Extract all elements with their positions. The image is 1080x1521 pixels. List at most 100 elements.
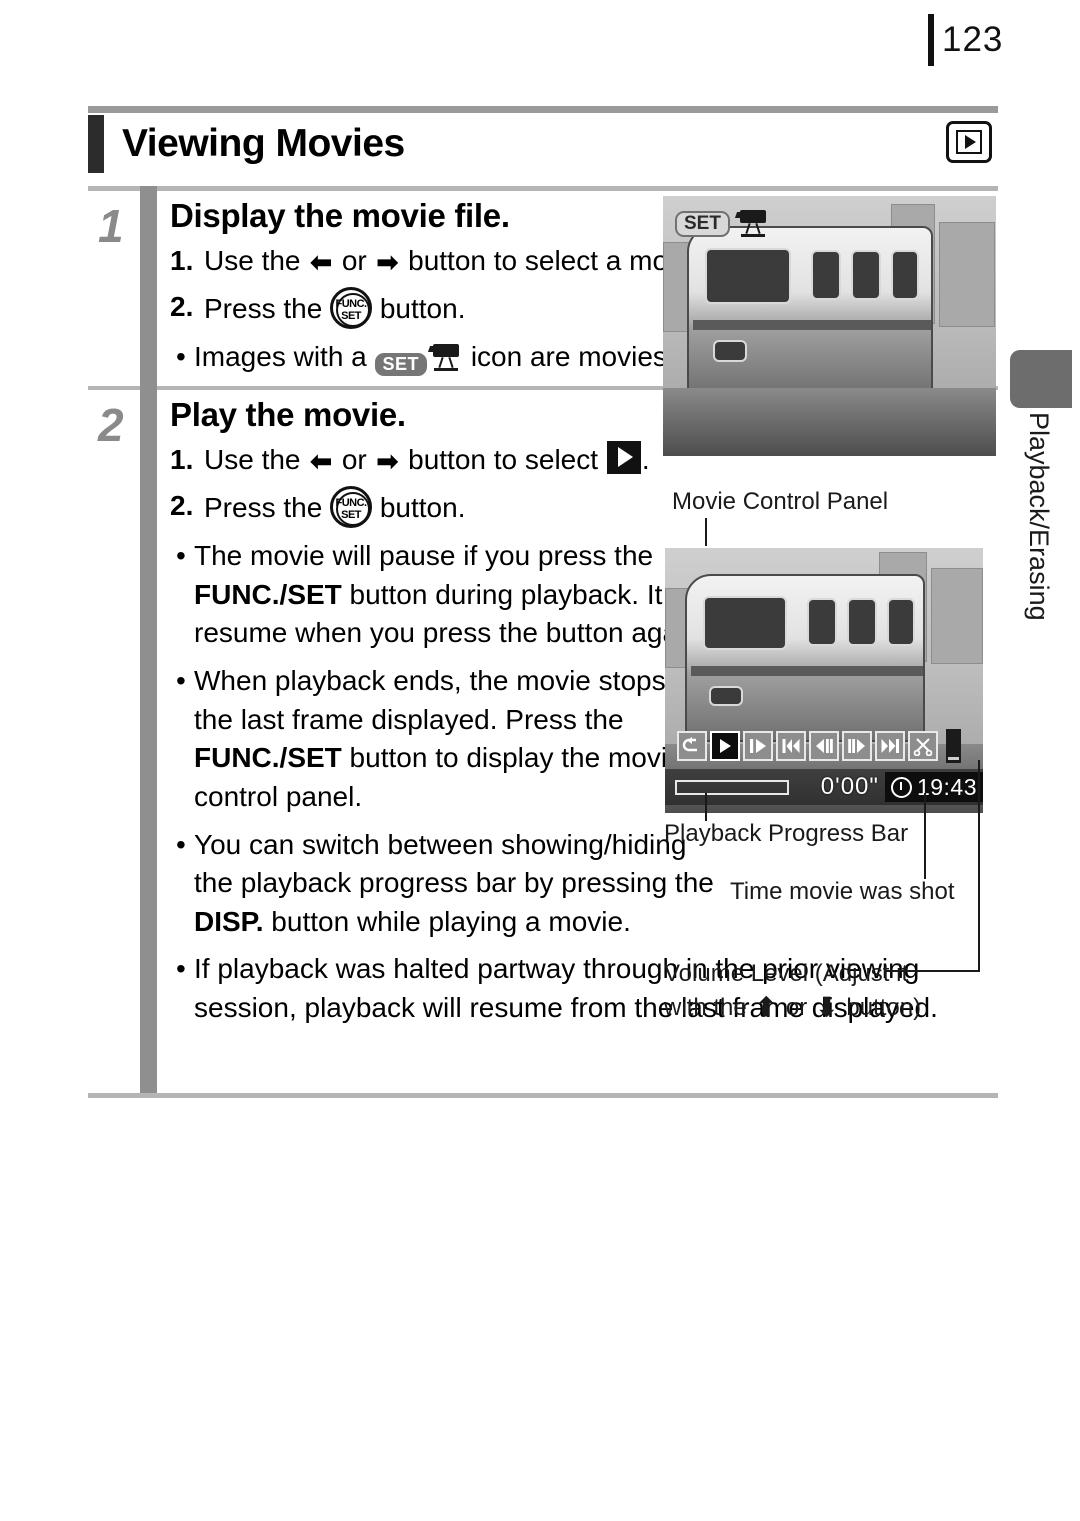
- title-accent-bar: [88, 115, 104, 173]
- substep-number: 2.: [170, 490, 194, 522]
- volume-pre: with the: [664, 994, 754, 1021]
- page-number: 123: [942, 20, 1004, 59]
- train-stripe: [693, 320, 931, 330]
- tripod-leg-right: [755, 222, 761, 235]
- func-set-button-icon: FUNC. SET: [330, 286, 373, 329]
- page-number-rule: [928, 14, 934, 66]
- tripod-leg-right: [448, 356, 454, 368]
- previous-frame-button[interactable]: [809, 731, 839, 761]
- leader-line-volume-h: [884, 970, 980, 972]
- play-icon: [606, 441, 641, 475]
- substep-number: 1.: [170, 444, 194, 476]
- train-window: [847, 598, 877, 646]
- bullet-dot: •: [176, 540, 186, 572]
- annotation-volume-level-line2: with the ⬆ or ⬇ button): [664, 994, 921, 1022]
- tripod-leg-left: [745, 222, 751, 235]
- bullet-seg-bold: FUNC./SET: [194, 578, 342, 610]
- substep-mid: or: [334, 444, 375, 476]
- bullet-dot: •: [176, 665, 186, 696]
- train-headlight: [713, 340, 747, 362]
- substep-post: button to select: [400, 444, 606, 476]
- movie-camera-icon: [427, 343, 463, 372]
- skip-to-end-icon: [881, 739, 899, 753]
- camera-body: [433, 343, 460, 357]
- movie-set-icon-overlay: SET: [675, 210, 770, 238]
- movie-camera-icon: [734, 210, 770, 238]
- substep-number: 1.: [170, 245, 194, 276]
- slow-motion-icon: [750, 739, 766, 753]
- set-label: SET: [341, 509, 362, 522]
- annotation-time-movie-was-shot: Time movie was shot: [730, 878, 955, 905]
- last-frame-button[interactable]: [875, 731, 905, 761]
- substep-pre: Use the: [204, 444, 309, 476]
- func-set-button-icon: FUNC. SET: [330, 486, 373, 529]
- slow-motion-button[interactable]: [743, 731, 773, 761]
- set-pill-icon: SET: [374, 352, 428, 376]
- train-window: [887, 598, 915, 646]
- bullet-seg: When playback ends, the movie stops at t…: [194, 665, 697, 735]
- tripod-leg-left: [438, 356, 444, 368]
- exit-button[interactable]: [677, 731, 707, 761]
- building: [931, 568, 983, 664]
- play-button[interactable]: [710, 731, 740, 761]
- leader-line-progress-bar: [705, 793, 707, 821]
- shot-time-box: 19:43: [884, 772, 983, 802]
- arrow-left-icon: ⬅: [310, 446, 333, 477]
- playback-progress-bar[interactable]: [675, 779, 789, 795]
- arrow-down-icon: ⬇: [815, 992, 838, 1022]
- bullet-seg: button while playing a movie.: [263, 905, 631, 937]
- movie-control-panel[interactable]: [677, 729, 961, 763]
- side-tab-marker: [1010, 350, 1072, 408]
- scissors-icon: [913, 738, 933, 756]
- elapsed-time: 0'00": [820, 773, 879, 800]
- return-arrow-icon: [682, 737, 697, 752]
- bullet-seg-bold: DISP.: [194, 905, 264, 937]
- leader-line-control-panel: [705, 518, 707, 546]
- arrow-right-icon: ➡: [376, 247, 399, 277]
- arrow-up-icon: ⬆: [755, 992, 778, 1022]
- substep-number: 2.: [170, 290, 194, 322]
- bullet-seg-bold: FUNC./SET: [194, 742, 342, 774]
- substep-post: button.: [372, 492, 466, 524]
- leader-line-volume-v: [978, 760, 980, 972]
- arrow-right-icon: ➡: [376, 446, 399, 477]
- set-badge: SET: [675, 211, 730, 237]
- step-2-number: 2: [98, 399, 124, 452]
- step-2-bullet-3: • You can switch between showing/hiding …: [170, 826, 730, 942]
- page-number-block: 123: [928, 14, 1003, 66]
- photo-movie-playback: 0'00" 19:43: [665, 548, 983, 813]
- annotation-movie-control-panel: Movie Control Panel: [672, 488, 889, 515]
- playback-mode-icon-inner: [956, 130, 982, 154]
- train-window: [807, 598, 837, 646]
- substep-tail: .: [641, 444, 650, 476]
- set-label: SET: [341, 309, 362, 322]
- volume-level-indicator[interactable]: [946, 729, 961, 763]
- clock-icon: [890, 776, 912, 798]
- bullet-dot: •: [176, 828, 186, 860]
- edit-button[interactable]: [908, 731, 938, 761]
- train-window: [811, 250, 841, 300]
- step-2-bullet-1: • The movie will pause if you press the …: [170, 537, 715, 653]
- func-label: FUNC.: [335, 497, 368, 510]
- previous-frame-icon: [816, 739, 833, 753]
- train-windshield: [705, 248, 791, 304]
- train-window: [891, 250, 919, 300]
- train-window: [851, 250, 881, 300]
- bullet-dot: •: [176, 340, 186, 372]
- substep-post: button.: [372, 292, 466, 324]
- monorail-train: [685, 574, 925, 742]
- play-triangle-icon: [965, 135, 976, 149]
- substep-pre: Press the: [204, 492, 331, 524]
- bullet-post: icon are movies.: [463, 340, 675, 372]
- monorail-train: [687, 226, 933, 398]
- camera-body: [739, 210, 766, 223]
- annotation-volume-level-line1: Volume Level (Adjust it: [664, 960, 909, 987]
- next-frame-button[interactable]: [842, 731, 872, 761]
- building: [939, 222, 995, 327]
- manual-page: 123 Viewing Movies 1 Display the movie f…: [0, 0, 1080, 1521]
- first-frame-button[interactable]: [776, 731, 806, 761]
- bullet-seg: You can switch between showing/hiding th…: [194, 828, 714, 899]
- page-title: Viewing Movies: [122, 122, 405, 165]
- tripod-base: [434, 367, 459, 371]
- annotation-playback-progress-bar: Playback Progress Bar: [664, 820, 909, 847]
